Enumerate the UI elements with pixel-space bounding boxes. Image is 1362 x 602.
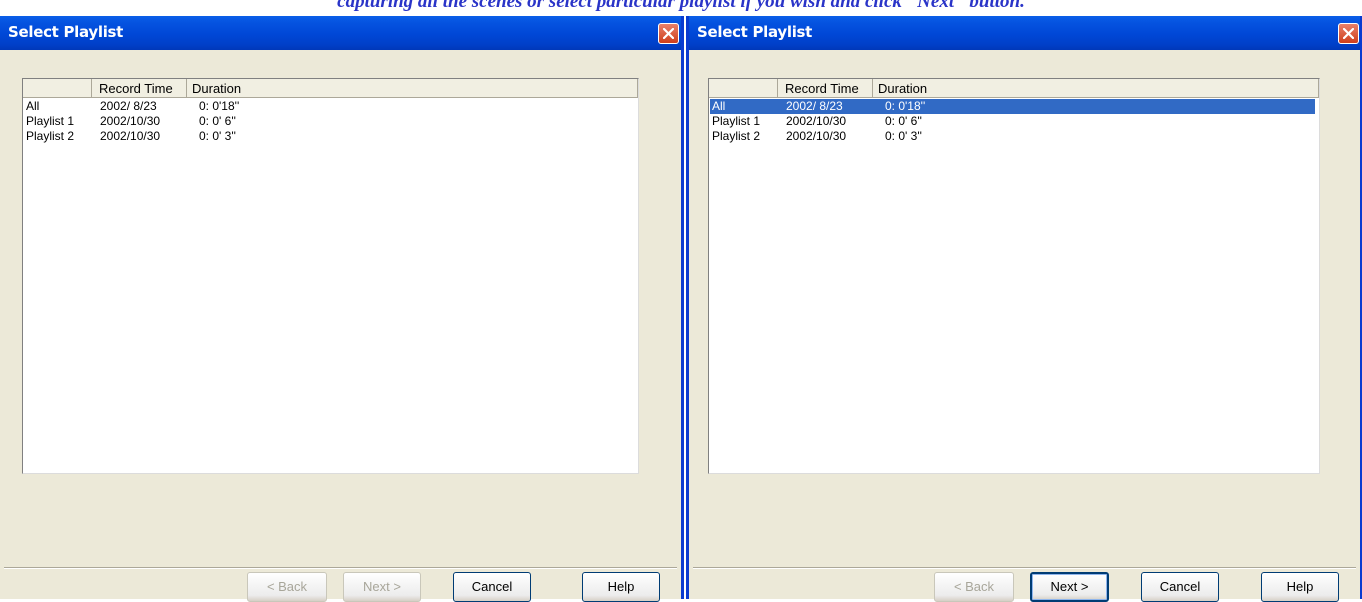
row-record-time: 2002/10/30 <box>100 129 161 143</box>
instruction-caption: capturing all the scenes or select parti… <box>337 0 1025 12</box>
playlist-listview[interactable]: Record Time Duration All 2002/ 8/23 0: 0… <box>708 78 1320 474</box>
row-name: All <box>26 99 40 113</box>
title-bar[interactable]: Select Playlist <box>689 16 1360 50</box>
playlist-listview[interactable]: Record Time Duration All 2002/ 8/23 0: 0… <box>22 78 639 474</box>
help-button[interactable]: Help <box>582 572 660 602</box>
column-header-name[interactable] <box>23 79 92 98</box>
row-duration: 0: 0' 3'' <box>199 129 236 143</box>
next-button[interactable]: Next > <box>1030 572 1109 602</box>
playlist-row-1[interactable]: Playlist 1 2002/10/30 0: 0' 6'' <box>24 114 638 129</box>
dialog-title: Select Playlist <box>697 23 813 41</box>
next-button[interactable]: Next > <box>343 572 421 602</box>
close-button[interactable] <box>658 23 679 44</box>
row-name: Playlist 1 <box>26 114 75 128</box>
close-icon <box>1343 28 1354 39</box>
button-separator <box>693 567 1356 569</box>
row-name: Playlist 2 <box>712 129 761 143</box>
close-button[interactable] <box>1338 23 1359 44</box>
close-icon <box>663 28 674 39</box>
row-name: Playlist 2 <box>26 129 75 143</box>
row-record-time: 2002/ 8/23 <box>100 99 157 113</box>
playlist-row-2[interactable]: Playlist 2 2002/10/30 0: 0' 3'' <box>24 129 638 144</box>
row-record-time: 2002/ 8/23 <box>786 99 843 113</box>
help-button[interactable]: Help <box>1261 572 1339 602</box>
column-header-duration[interactable]: Duration <box>873 79 1319 98</box>
playlist-row-1[interactable]: Playlist 1 2002/10/30 0: 0' 6'' <box>710 114 1319 129</box>
playlist-row-all[interactable]: All 2002/ 8/23 0: 0'18'' <box>24 99 638 114</box>
row-duration: 0: 0'18'' <box>885 99 926 113</box>
select-playlist-dialog-2: Select Playlist Record Time Duration All… <box>686 16 1362 602</box>
row-duration: 0: 0'18'' <box>199 99 240 113</box>
select-playlist-dialog-1: Select Playlist Record Time Duration All… <box>0 16 684 602</box>
title-bar[interactable]: Select Playlist <box>0 16 681 50</box>
row-record-time: 2002/10/30 <box>100 114 161 128</box>
row-record-time: 2002/10/30 <box>786 114 847 128</box>
dialog-title: Select Playlist <box>8 23 124 41</box>
row-duration: 0: 0' 6'' <box>199 114 236 128</box>
playlist-row-2[interactable]: Playlist 2 2002/10/30 0: 0' 3'' <box>710 129 1319 144</box>
column-header-record-time[interactable]: Record Time <box>778 79 873 98</box>
listview-header: Record Time Duration <box>709 79 1319 98</box>
row-record-time: 2002/10/30 <box>786 129 847 143</box>
column-header-record-time[interactable]: Record Time <box>92 79 187 98</box>
row-duration: 0: 0' 3'' <box>885 129 922 143</box>
row-name: Playlist 1 <box>712 114 761 128</box>
column-header-name[interactable] <box>709 79 778 98</box>
back-button[interactable]: < Back <box>247 572 327 602</box>
row-name: All <box>712 99 726 113</box>
row-duration: 0: 0' 6'' <box>885 114 922 128</box>
back-button[interactable]: < Back <box>934 572 1014 602</box>
listview-header: Record Time Duration <box>23 79 638 98</box>
cancel-button[interactable]: Cancel <box>453 572 531 602</box>
button-separator <box>4 567 677 569</box>
cancel-button[interactable]: Cancel <box>1141 572 1219 602</box>
column-header-duration[interactable]: Duration <box>187 79 638 98</box>
playlist-row-all[interactable]: All 2002/ 8/23 0: 0'18'' <box>710 99 1315 114</box>
